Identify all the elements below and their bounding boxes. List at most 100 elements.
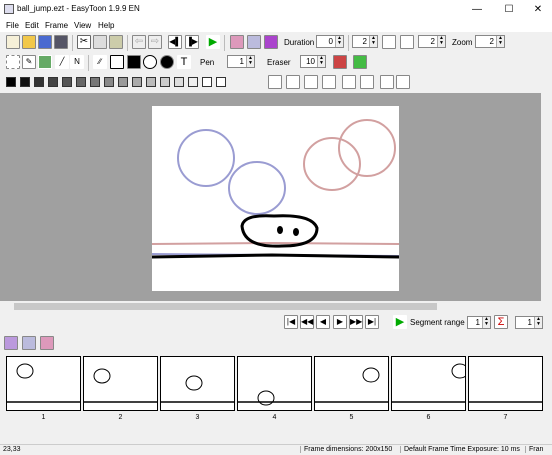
polyline-icon[interactable]: N — [70, 55, 84, 69]
undo-icon[interactable]: ⇦ — [132, 35, 146, 49]
frame-number: 5 — [349, 414, 354, 421]
frame-toolbar — [0, 334, 552, 352]
zoom-label: Zoom — [452, 38, 473, 47]
transparency-icon[interactable] — [396, 75, 410, 89]
frame-thumbnail[interactable] — [6, 356, 81, 411]
field2-spinner[interactable]: 2 ▲ ▼ — [352, 35, 378, 48]
horizontal-scroll-thumb[interactable] — [14, 303, 437, 310]
frame-thumbnail[interactable] — [468, 356, 543, 411]
play-icon[interactable]: ▶ — [206, 35, 220, 49]
select-icon[interactable] — [6, 55, 20, 69]
duplicate-frame-icon[interactable] — [22, 336, 36, 350]
pattern-swatch[interactable] — [202, 77, 212, 87]
pattern-swatch[interactable] — [216, 77, 226, 87]
pattern-swatch[interactable] — [174, 77, 184, 87]
field3-spinner[interactable]: 2 ▲ ▼ — [418, 35, 446, 48]
delete-frame-icon[interactable] — [40, 336, 54, 350]
maximize-button[interactable]: ☐ — [494, 0, 524, 19]
play-segment-icon[interactable]: ▶ — [393, 315, 407, 329]
menu-edit[interactable]: Edit — [25, 21, 39, 30]
pattern-swatch[interactable] — [160, 77, 170, 87]
rotate-icon[interactable] — [304, 75, 318, 89]
ellipse-icon[interactable] — [143, 55, 157, 69]
next-keyframe-icon[interactable]: ▐▶ — [185, 35, 199, 49]
vertical-scrollbar[interactable] — [541, 93, 552, 301]
save-icon[interactable] — [38, 35, 52, 49]
menu-file[interactable]: File — [6, 21, 19, 30]
prev-frame-icon[interactable]: ◀ — [316, 315, 330, 329]
close-button[interactable]: ✕ — [523, 0, 552, 19]
zoom-spinner[interactable]: 2 ▲ ▼ — [475, 35, 505, 48]
pencil-icon[interactable]: ✎ — [22, 55, 36, 69]
sigma-icon[interactable]: Σ — [494, 315, 508, 329]
filled-rectangle-icon[interactable] — [127, 55, 141, 69]
menu-help[interactable]: Help — [98, 21, 114, 30]
redo-icon[interactable]: ⇨ — [148, 35, 162, 49]
paste-icon[interactable] — [109, 35, 123, 49]
pattern-swatch[interactable] — [132, 77, 142, 87]
onion-next-icon[interactable] — [247, 35, 261, 49]
open-icon[interactable] — [22, 35, 36, 49]
line-icon[interactable]: ╱ — [55, 55, 69, 69]
rectangle-icon[interactable] — [110, 55, 124, 69]
fill-icon[interactable] — [38, 55, 52, 69]
filled-ellipse-icon[interactable] — [160, 55, 174, 69]
copy-icon[interactable] — [93, 35, 107, 49]
new-frame-icon[interactable] — [4, 336, 18, 350]
next-frame-icon[interactable]: ▶ — [333, 315, 347, 329]
first-frame-icon[interactable]: |◀ — [284, 315, 298, 329]
merge-layer-icon[interactable] — [286, 75, 300, 89]
pattern-swatch[interactable] — [62, 77, 72, 87]
pen-size-spinner[interactable]: 1 ▲ ▼ — [227, 55, 255, 68]
pattern-swatch[interactable] — [90, 77, 100, 87]
segment-end-spinner[interactable]: 1 ▲ ▼ — [515, 316, 543, 329]
segment-range-label: Segment range — [410, 318, 465, 327]
prev-keyframe-icon[interactable]: ◀▌ — [168, 35, 182, 49]
fast-forward-icon[interactable]: ▶▶ — [349, 315, 363, 329]
copy-layer-icon[interactable] — [268, 75, 282, 89]
duration-spinner[interactable]: 0 ▲ ▼ — [316, 35, 344, 48]
pattern-swatch[interactable] — [146, 77, 156, 87]
eraser-size-spinner[interactable]: 10 ▲ ▼ — [300, 55, 326, 68]
onion-prev-icon[interactable] — [230, 35, 244, 49]
pattern-swatch[interactable] — [48, 77, 58, 87]
drawing-canvas[interactable] — [151, 106, 400, 291]
layer-icon[interactable] — [380, 75, 394, 89]
onion-all-icon[interactable] — [264, 35, 278, 49]
pattern-swatch[interactable] — [118, 77, 128, 87]
warning-icon[interactable] — [342, 75, 356, 89]
menu-view[interactable]: View — [74, 21, 91, 30]
fade-icon[interactable] — [382, 35, 396, 49]
frame-thumbnail[interactable] — [314, 356, 389, 411]
bomb-icon[interactable] — [333, 55, 347, 69]
frame-strip-scrollbar[interactable] — [0, 431, 552, 442]
rewind-icon[interactable]: ◀◀ — [300, 315, 314, 329]
last-frame-icon[interactable]: ▶| — [365, 315, 379, 329]
pattern-swatch[interactable] — [34, 77, 44, 87]
frame-thumbnail[interactable] — [83, 356, 158, 411]
double-line-icon[interactable]: ∕∕ — [93, 55, 107, 69]
frame-thumbnail[interactable] — [391, 356, 469, 411]
frame-number: 4 — [272, 414, 277, 421]
frame-exposure: Default Frame Time Exposure: 10 ms — [400, 446, 520, 453]
motion-icon[interactable] — [400, 35, 414, 49]
pattern-swatch[interactable] — [104, 77, 114, 87]
mirror-icon[interactable] — [360, 75, 374, 89]
segment-start-spinner[interactable]: 1 ▲ ▼ — [467, 316, 491, 329]
frame-dimensions: Frame dimensions: 200x150 — [300, 446, 392, 453]
clear-icon[interactable] — [353, 55, 367, 69]
text-icon[interactable]: T — [177, 55, 191, 69]
frame-thumbnail[interactable] — [237, 356, 312, 411]
pattern-swatch[interactable] — [188, 77, 198, 87]
pattern-swatch[interactable] — [76, 77, 86, 87]
flip-icon[interactable] — [322, 75, 336, 89]
minimize-button[interactable]: — — [462, 0, 492, 19]
pattern-swatch[interactable] — [6, 77, 16, 87]
menu-frame[interactable]: Frame — [45, 21, 68, 30]
pattern-swatch[interactable] — [20, 77, 30, 87]
frame-thumbnail[interactable] — [160, 356, 235, 411]
cut-icon[interactable]: ✂ — [77, 35, 91, 49]
new-icon[interactable] — [6, 35, 20, 49]
export-icon[interactable] — [54, 35, 68, 49]
playback-bar: |◀ ◀◀ ◀ ▶ ▶▶ ▶| ▶ Segment range 1 ▲ ▼ Σ 1 ▲… — [0, 312, 552, 334]
